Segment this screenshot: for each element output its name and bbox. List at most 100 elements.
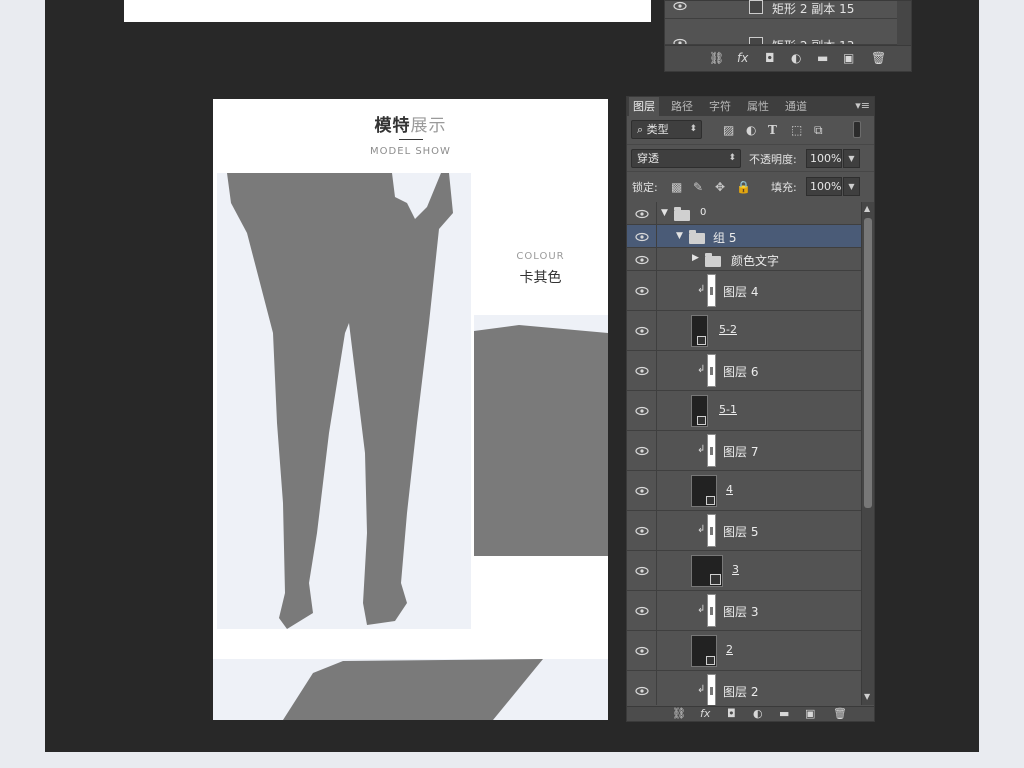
eye-icon[interactable] [673,37,687,44]
layer-row[interactable]: ↲ 图层 4 [627,271,861,311]
fx-icon[interactable]: fx [700,707,710,720]
eye-icon[interactable] [673,0,687,14]
folder-icon[interactable]: ▬ [779,707,789,720]
search-icon: ⌕ [637,123,644,136]
eye-icon[interactable] [635,254,649,268]
tab-channels[interactable]: 通道 [781,97,811,116]
kind-filter-value: 类型 [646,123,669,136]
layer-row[interactable]: ↲ 图层 2 [627,671,861,705]
layer-row[interactable]: 5-2 [627,311,861,351]
layer-list-scrollbar[interactable]: ▲ ▼ [861,202,874,705]
opacity-label: 不透明度: [749,153,797,166]
trash-icon[interactable]: 🗑 [871,51,886,65]
expand-triangle-icon[interactable]: ▼ [676,231,683,241]
shape-filter-icon[interactable]: ⬚ [791,123,802,137]
link-icon[interactable]: ⛓ [672,707,686,720]
clipping-arrow-icon: ↲ [697,524,706,535]
eye-cell [627,591,657,630]
lock-transparency-icon[interactable]: ▩ [671,180,682,194]
fx-icon[interactable]: fx [737,51,748,65]
mask-icon[interactable]: ◘ [765,51,775,65]
eye-icon[interactable] [635,285,649,299]
layers-panel-upper: 矩形 2 副本 15 矩形 2 副本 13 ⛓ fx ◘ ◐ ▬ ▣ 🗑 [664,0,912,72]
expand-triangle-icon[interactable]: ▼ [661,208,668,218]
layer-row[interactable]: 5-1 [627,391,861,431]
eye-icon[interactable] [635,645,649,659]
lock-all-icon[interactable]: 🔒 [736,180,751,194]
layer-name: 3 [732,563,739,576]
layer-row[interactable]: ↲ 图层 7 [627,431,861,471]
eye-icon[interactable] [635,325,649,339]
eye-icon[interactable] [635,208,649,222]
eye-icon[interactable] [635,485,649,499]
bottom-silhouette [283,659,543,720]
blend-mode-select[interactable]: 穿透 ⬍ [631,149,741,168]
layer-row[interactable]: ↲ 图层 6 [627,351,861,391]
scroll-down-icon[interactable]: ▼ [864,692,870,701]
collapse-triangle-icon[interactable]: ▶ [692,253,699,263]
smart-object-filter-icon[interactable]: ⧉ [814,123,823,138]
link-icon[interactable]: ⛓ [709,51,724,65]
new-layer-icon[interactable]: ▣ [843,51,854,65]
eye-icon[interactable] [635,405,649,419]
folder-icon [674,207,690,221]
mask-icon[interactable]: ◘ [727,707,736,720]
folder-icon[interactable]: ▬ [817,51,828,65]
opacity-dropdown-icon[interactable]: ▼ [843,149,860,168]
new-layer-icon[interactable]: ▣ [805,707,815,720]
eye-icon[interactable] [635,365,649,379]
eye-cell [627,311,657,350]
layer-row[interactable]: 4 [627,471,861,511]
eye-icon[interactable] [635,445,649,459]
adjustment-icon[interactable]: ◐ [753,707,763,720]
eye-icon[interactable] [635,565,649,579]
layer-row[interactable]: 矩形 2 副本 15 [665,0,897,19]
layer-row[interactable]: ↲ 图层 3 [627,591,861,631]
layer-row-selected[interactable]: ▼ 组 5 [627,225,861,248]
folder-icon [689,230,705,244]
filter-toggle[interactable] [853,121,861,138]
panel-menu-icon[interactable]: ▾≡ [855,99,870,112]
eye-icon[interactable] [635,685,649,699]
adjustment-filter-icon[interactable]: ◐ [746,123,756,137]
tab-properties[interactable]: 属性 [743,97,773,116]
title-divider [399,139,423,140]
opacity-input[interactable]: 100% [806,149,842,168]
lock-row: 锁定: ▩ ✎ ✥ 🔒 填充: 100% ▼ [627,171,874,201]
updown-icon: ⬍ [728,153,736,163]
eye-icon[interactable] [635,231,649,245]
trousers-silhouette [227,173,453,629]
scrollbar-thumb[interactable] [864,218,872,508]
lock-pixels-brush-icon[interactable]: ✎ [693,180,703,194]
tab-layers[interactable]: 图层 [629,97,659,116]
upper-scrollbar[interactable] [897,1,911,45]
tab-character[interactable]: 字符 [705,97,735,116]
eye-icon[interactable] [635,605,649,619]
filter-row: ⌕ 类型 ⬍ ▨ ◐ T ⬚ ⧉ [627,117,874,143]
layer-row[interactable]: ▼ 0 [627,202,861,225]
lock-position-icon[interactable]: ✥ [715,180,725,194]
layer-name: 颜色文字 [731,254,780,268]
layer-row[interactable]: 2 [627,631,861,671]
canvas-workspace[interactable]: 模特展示 MODEL SHOW COLOUR 卡其色 矩形 2 副本 15 ⛓ … [45,0,979,752]
adjustment-icon[interactable]: ◐ [791,51,801,65]
eye-icon[interactable] [635,525,649,539]
layer-row[interactable]: 矩形 2 副本 13 [665,21,897,45]
kind-filter-select[interactable]: ⌕ 类型 ⬍ [631,120,702,139]
fill-input[interactable]: 100% [806,177,842,196]
tab-paths[interactable]: 路径 [667,97,697,116]
image-filter-icon[interactable]: ▨ [723,123,734,137]
eye-cell [627,431,657,470]
layer-row[interactable]: 3 [627,551,861,591]
scroll-up-icon[interactable]: ▲ [864,204,870,213]
type-filter-icon[interactable]: T [768,123,777,137]
colour-name: 卡其色 [519,270,562,286]
fill-dropdown-icon[interactable]: ▼ [843,177,860,196]
trash-icon[interactable]: 🗑 [833,707,847,720]
clipping-arrow-icon: ↲ [697,364,706,375]
layer-row[interactable]: ↲ 图层 5 [627,511,861,551]
layer-name: 0 [700,207,707,218]
layer-name: 图层 3 [723,605,759,619]
eye-cell [627,225,657,247]
layer-row[interactable]: ▶ 颜色文字 [627,248,861,271]
